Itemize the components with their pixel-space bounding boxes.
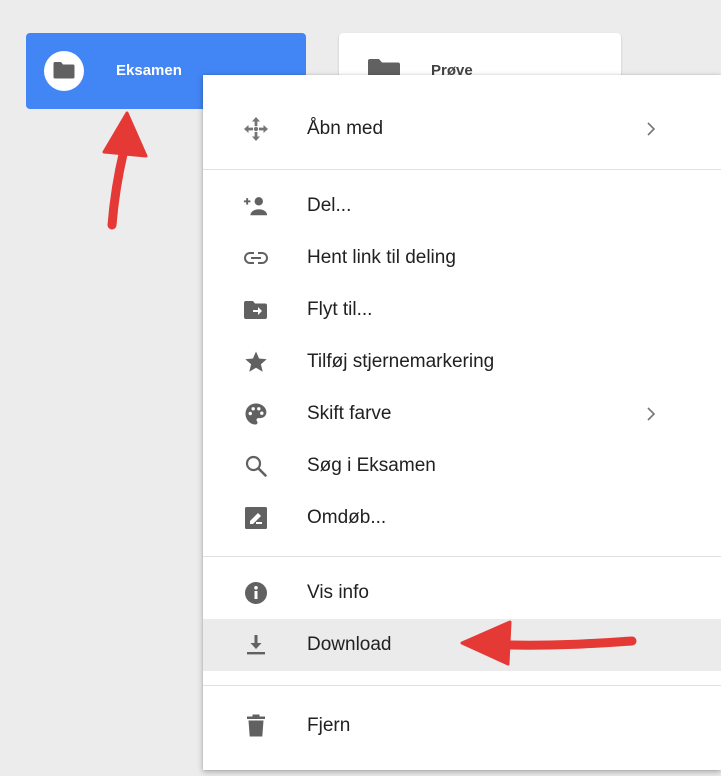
folder-icon xyxy=(44,51,84,91)
folder-name: Eksamen xyxy=(116,62,182,79)
menu-item-label: Flyt til... xyxy=(307,299,373,320)
arrow-up-icon xyxy=(102,111,148,230)
menu-item-label: Fjern xyxy=(307,715,351,736)
menu-item-change-color[interactable]: Skift farve xyxy=(203,388,721,440)
add-person-icon xyxy=(243,193,269,219)
menu-divider xyxy=(203,556,721,557)
menu-item-label: Søg i Eksamen xyxy=(307,455,436,476)
menu-item-label: Åbn med xyxy=(307,118,384,139)
download-icon xyxy=(243,632,269,658)
search-icon xyxy=(243,453,269,479)
menu-item-add-star[interactable]: Tilføj stjernemarkering xyxy=(203,336,721,388)
move-cross-icon xyxy=(243,116,269,142)
trash-icon xyxy=(243,713,269,739)
menu-item-download[interactable]: Download xyxy=(203,619,721,671)
star-icon xyxy=(243,349,269,375)
menu-divider xyxy=(203,169,721,170)
menu-item-view-info[interactable]: Vis info xyxy=(203,567,721,619)
menu-item-label: Omdøb... xyxy=(307,507,387,528)
menu-item-label: Vis info xyxy=(307,582,369,603)
menu-item-move-to[interactable]: Flyt til... xyxy=(203,284,721,336)
menu-item-label: Hent link til deling xyxy=(307,247,456,268)
chevron-right-icon xyxy=(647,407,656,421)
menu-item-remove[interactable]: Fjern xyxy=(203,700,721,752)
menu-item-label: Skift farve xyxy=(307,403,392,424)
menu-item-get-link[interactable]: Hent link til deling xyxy=(203,232,721,284)
menu-item-label: Del... xyxy=(307,195,352,216)
menu-item-share[interactable]: Del... xyxy=(203,180,721,232)
chevron-right-icon xyxy=(647,122,656,136)
menu-item-label: Tilføj stjernemarkering xyxy=(307,351,495,372)
menu-item-search-in-folder[interactable]: Søg i Eksamen xyxy=(203,440,721,492)
palette-icon xyxy=(243,401,269,427)
move-to-folder-icon xyxy=(243,297,269,323)
menu-divider xyxy=(203,685,721,686)
menu-item-rename[interactable]: Omdøb... xyxy=(203,492,721,544)
link-icon xyxy=(243,245,269,271)
menu-item-label: Download xyxy=(307,634,392,655)
menu-item-open-with[interactable]: Åbn med xyxy=(203,103,721,155)
context-menu: Åbn med Del... Hent link til deling Flyt… xyxy=(203,75,721,770)
rename-icon xyxy=(243,505,269,531)
info-icon xyxy=(243,580,269,606)
